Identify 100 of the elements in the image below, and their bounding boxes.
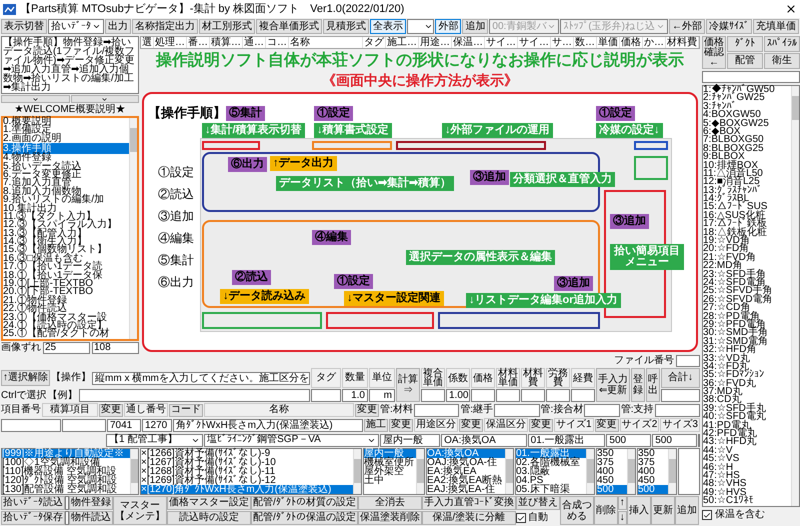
option-list-item[interactable]: 500 — [638, 485, 668, 494]
form-button[interactable]: 変更 — [459, 418, 483, 432]
option-list-item[interactable]: 機械室便所 — [364, 458, 416, 467]
price-check-button[interactable]: 価格確認← — [702, 36, 726, 69]
empty-field[interactable] — [414, 404, 460, 416]
empty-field[interactable] — [494, 404, 540, 416]
form-button[interactable]: 追加 — [674, 496, 699, 525]
empty-field[interactable] — [584, 404, 620, 416]
item-menu-entry[interactable]: 11:△消音L50 — [703, 170, 791, 178]
column-header[interactable]: 処理… — [154, 37, 187, 48]
column-header[interactable]: 材料費 — [666, 37, 699, 48]
toolbar-button[interactable]: 追加 — [462, 19, 488, 34]
value-field[interactable]: 1.0 — [342, 389, 368, 402]
form-button[interactable]: 変更 — [99, 404, 123, 416]
value-field[interactable]: 1.00 — [446, 389, 470, 402]
item-menu-entry[interactable]: 18:△鉄板化粧 — [703, 228, 791, 238]
option-list-item[interactable]: 04.PS — [516, 476, 586, 485]
option-list-item[interactable]: [110]機器設備 空気調和設 — [2, 467, 130, 476]
column-header[interactable]: 用途… — [419, 37, 452, 48]
value-field[interactable] — [311, 389, 341, 402]
value-field[interactable]: 屋内一般 — [380, 434, 440, 446]
value-field[interactable]: 角ﾀﾞｸﾄWxH長さm入力(保温塗装込) — [173, 418, 363, 432]
scrollbar[interactable] — [129, 118, 137, 339]
option-list-item[interactable]: 450 — [597, 476, 627, 485]
toolbar-button[interactable]: 外部 — [435, 19, 462, 34]
item-menu-entry[interactable]: 6:◆BOX — [703, 128, 791, 136]
item-menu-entry[interactable]: 50:☆C1ﾜﾈﾓ — [703, 497, 791, 506]
column-header[interactable]: 数… — [574, 37, 597, 48]
option-list-item[interactable]: ×[1268]資材予備(ｻｲｽﾞなし)-11 — [141, 467, 353, 476]
form-button[interactable]: 拾いﾃﾞｰﾀ保存 — [1, 511, 65, 525]
empty-field[interactable] — [654, 404, 700, 416]
value-field[interactable] — [496, 389, 520, 402]
form-button[interactable]: 登録 — [631, 368, 645, 402]
column-header[interactable]: 積算… — [210, 37, 243, 48]
option-list-item[interactable]: [100]◇1空気調和設備 — [2, 458, 130, 467]
value-field[interactable] — [521, 389, 545, 402]
value-field[interactable] — [421, 389, 445, 402]
toolbar-button[interactable]: 冷媒ｻｲｽﾞ — [706, 19, 752, 34]
item-menu-entry[interactable]: 3:ﾁｬﾝﾊﾞ — [703, 102, 791, 112]
dropdown[interactable]: 拾いﾃﾞｰﾀ — [48, 19, 104, 34]
option-list-item[interactable]: 350 — [597, 449, 627, 458]
category-button[interactable]: 配管 — [727, 53, 763, 69]
form-button[interactable]: 変更 — [355, 404, 379, 416]
item-menu-entry[interactable]: 37:MD丸 — [703, 388, 791, 396]
empty-field[interactable] — [698, 434, 700, 446]
form-button[interactable]: 価格マスター設定 — [167, 496, 251, 510]
scrollbar[interactable] — [791, 86, 799, 506]
option-list-item[interactable]: 400 — [597, 467, 627, 476]
toolbar-button[interactable]: 充填単価 — [753, 19, 799, 34]
option-list-item[interactable]: 500 — [597, 485, 627, 494]
toolbar-button[interactable]: ←外部 — [669, 19, 705, 34]
value-field[interactable]: 1270 — [142, 418, 172, 432]
item-menu-entry[interactable]: 30:☆SMD手角 — [703, 329, 791, 338]
column-header[interactable]: サ… — [551, 37, 574, 48]
form-button[interactable]: 保温/塗装に分離 — [422, 511, 516, 525]
form-button[interactable]: 挿入 — [626, 496, 651, 525]
scrollbar[interactable] — [505, 449, 513, 494]
dropdown[interactable]: 塩ﾋﾞﾗｲﾆﾝｸﾞ鋼管SGP－VA — [204, 434, 379, 446]
option-list-item[interactable]: EA:換気EA — [427, 467, 505, 476]
scrollbar[interactable] — [627, 449, 635, 494]
toolbar-button[interactable]: 複合単価形式 — [256, 19, 322, 34]
item-menu-entry[interactable]: 7:BLBOXG50 — [703, 136, 791, 145]
column-header[interactable]: タグ — [363, 37, 386, 48]
column-header[interactable]: 施工… — [386, 37, 419, 48]
item-menu-entry[interactable]: 45:☆VS — [703, 455, 791, 464]
item-menu-entry[interactable]: 25:☆SFVD手角 — [703, 287, 791, 296]
empty-field[interactable] — [661, 389, 700, 402]
column-header[interactable]: 番… — [187, 37, 210, 48]
form-button[interactable]: 物件読込 — [69, 511, 113, 525]
form-button[interactable]: 手入力直管ｺｰﾄﾞ変換 — [422, 496, 516, 510]
form-button[interactable]: 読込時の設定 — [167, 511, 251, 525]
scrollbar[interactable] — [668, 449, 676, 494]
toolbar-button[interactable]: 全表示 — [370, 19, 406, 34]
column-header[interactable]: か… — [643, 37, 666, 48]
form-button[interactable]: 更新 — [650, 496, 675, 525]
topic-list-item[interactable]: 21.①物件登録 — [3, 296, 129, 306]
scrollbar[interactable] — [353, 449, 361, 494]
form-button[interactable]: 合計↓ — [661, 368, 700, 388]
category-button[interactable]: 衛生 — [764, 53, 800, 69]
item-menu-entry[interactable]: 23:☆SFD手角 — [703, 270, 791, 279]
option-list-item[interactable]: EA2:換気EA断熱 — [427, 476, 505, 485]
item-menu-entry[interactable]: 33:☆VD丸 — [703, 354, 791, 363]
form-button[interactable]: 削除 — [594, 496, 618, 525]
option-list-item[interactable]: [999]※用途より自動設定※ — [2, 449, 130, 458]
form-button[interactable]: 変更 — [389, 418, 413, 432]
form-button[interactable]: 配管/ﾀﾞｸﾄの保温の設定 — [251, 511, 358, 525]
option-list-item[interactable]: [120]ﾀﾞｸﾄ設備 空気調和設 — [2, 476, 130, 485]
item-menu-entry[interactable]: 31:☆SMD電角 — [703, 338, 791, 346]
item-menu-entry[interactable]: 29:☆PFD電角 — [703, 320, 791, 330]
column-header[interactable]: 保温… — [452, 37, 485, 48]
option-list-item[interactable]: 450 — [638, 476, 668, 485]
scrollbar[interactable] — [416, 449, 424, 494]
form-button[interactable]: 呼出 — [646, 368, 660, 402]
value-field[interactable] — [546, 389, 570, 402]
item-menu-entry[interactable]: 42:PFD電丸 — [703, 430, 791, 438]
checkbox[interactable] — [516, 513, 526, 523]
option-list-item[interactable]: EAJ:換気EA-住 — [427, 485, 505, 494]
option-list-item[interactable]: 屋内一般 — [364, 449, 416, 458]
item-menu-entry[interactable]: 46:☆H — [703, 464, 791, 472]
item-menu-entry[interactable]: 47:☆HS — [703, 472, 791, 480]
